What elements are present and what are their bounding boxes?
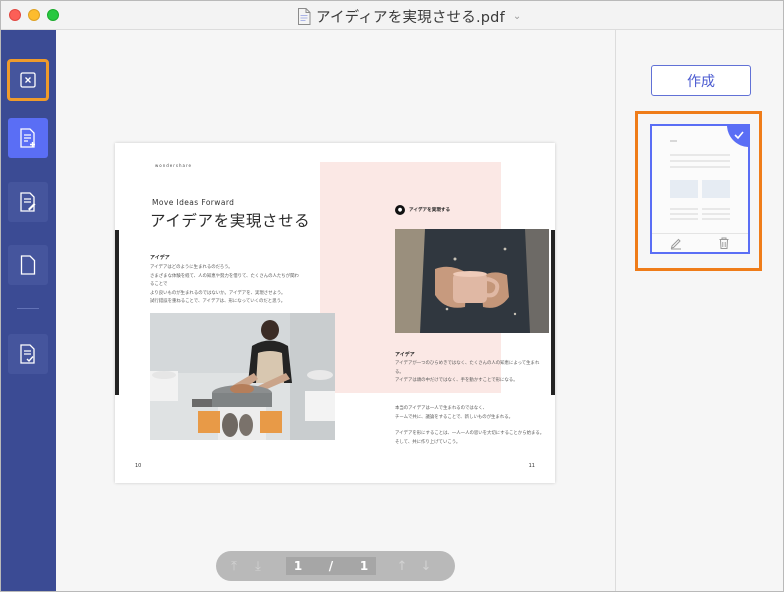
- document-add-icon: [20, 128, 35, 148]
- chevron-down-icon[interactable]: ⌄: [513, 11, 521, 22]
- brand-label: wondershare: [155, 163, 192, 168]
- idea-badge-icon: ●: [395, 205, 405, 215]
- pdf-file-icon: [298, 7, 311, 25]
- sidebar-divider: [17, 308, 39, 309]
- window-zoom-button[interactable]: [47, 9, 59, 21]
- page-thumbnail[interactable]: [650, 124, 750, 254]
- total-pages: 1: [352, 557, 376, 575]
- blank-page-icon: [20, 255, 36, 275]
- app-window: アイディアを実現させる.pdf ⌄ wondershare Move Ideas…: [0, 0, 784, 592]
- next-page-icon[interactable]: ↑: [390, 559, 414, 574]
- blank-page-tool-button[interactable]: [8, 245, 48, 285]
- title-wrap[interactable]: アイディアを実現させる.pdf ⌄: [297, 6, 521, 26]
- right-body-text-3: アイデアを形にすることは、一人一人の思いを大切にすることから始まる。 そして、共…: [395, 431, 545, 445]
- right-panel: 作成: [615, 30, 783, 591]
- selected-check-badge[interactable]: [727, 126, 748, 147]
- left-edge-bar: [115, 230, 119, 395]
- form-check-icon: [20, 344, 35, 364]
- window-close-button[interactable]: [9, 9, 21, 21]
- page-number-left: 10: [135, 463, 142, 469]
- title-bar: アイディアを実現させる.pdf ⌄: [1, 1, 783, 30]
- current-page-field[interactable]: 1: [286, 557, 310, 575]
- document-canvas: wondershare Move Ideas Forward アイデアを実現させ…: [56, 30, 615, 591]
- thumbnail-highlight: [635, 111, 762, 271]
- pdf-page[interactable]: wondershare Move Ideas Forward アイデアを実現させ…: [115, 143, 555, 483]
- window-title: アイディアを実現させる.pdf: [316, 9, 505, 26]
- tool-sidebar: [1, 30, 56, 591]
- headline: アイデアを実現させる: [150, 212, 311, 230]
- page-separator: /: [310, 557, 352, 575]
- right-badge-label: アイデアを実現する: [409, 208, 451, 213]
- right-edge-bar: [551, 230, 555, 395]
- pottery-wheel-photo: [150, 313, 335, 440]
- left-section-title: アイデア: [150, 255, 170, 261]
- trash-icon[interactable]: [717, 236, 731, 250]
- page-number-right: 11: [528, 463, 535, 469]
- left-body-text: アイデアはどのように生まれるのだろう。 さまざまな体験を経て、人の知恵や努力を借…: [150, 265, 299, 304]
- pencil-icon[interactable]: [669, 236, 683, 250]
- form-tool-button[interactable]: [8, 334, 48, 374]
- first-page-icon[interactable]: ⤒: [222, 559, 246, 574]
- checkmark-icon: [734, 131, 744, 140]
- subtitle: Move Ideas Forward: [152, 198, 235, 207]
- thumbnail-actions: [652, 233, 748, 252]
- right-body-text-2: 本当のアイデアは一人で生まれるのではなく、 チームで共に、議論をすることで、新し…: [395, 406, 513, 420]
- close-box-icon: [20, 72, 36, 88]
- page-navigator: ⤒ ⤓ 1 / 1 ↑ ↓: [216, 551, 455, 581]
- create-button[interactable]: 作成: [651, 65, 751, 96]
- right-section-title: アイデア: [395, 352, 415, 358]
- last-page-icon[interactable]: ↓: [414, 559, 438, 574]
- window-minimize-button[interactable]: [28, 9, 40, 21]
- right-body-text-1: アイデアが一つのひらめきではなく、たくさんの人の知恵によって生まれる。 アイデア…: [395, 361, 540, 383]
- create-document-tool-button[interactable]: [8, 118, 48, 158]
- close-tool-button[interactable]: [7, 59, 49, 101]
- edit-document-tool-button[interactable]: [8, 182, 48, 222]
- hands-cup-photo: [395, 229, 549, 333]
- previous-page-icon[interactable]: ⤓: [246, 559, 270, 574]
- document-edit-icon: [20, 192, 36, 212]
